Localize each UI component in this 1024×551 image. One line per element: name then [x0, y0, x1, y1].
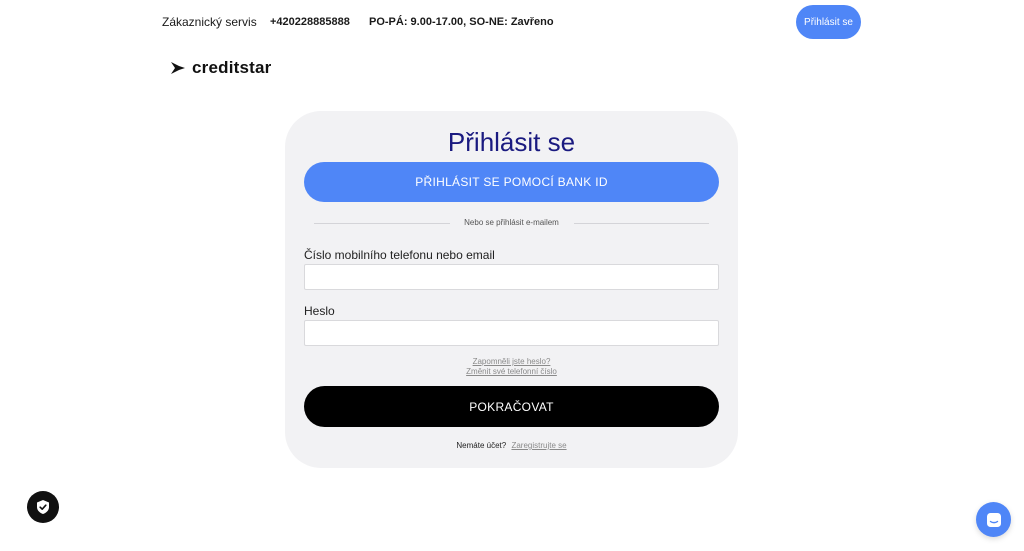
creditstar-logo[interactable]: creditstar: [170, 58, 271, 78]
no-account-text: Nemáte účet?: [456, 441, 507, 450]
password-label: Heslo: [304, 304, 335, 318]
shield-check-icon: [37, 500, 49, 514]
forgot-password-link[interactable]: Zapomněli jste heslo?: [285, 357, 738, 366]
divider-text: Nebo se přihlásit e-mailem: [285, 218, 738, 227]
register-row: Nemáte účet? Zaregistrujte se: [285, 441, 738, 450]
identifier-input[interactable]: [304, 264, 719, 290]
page-title: Přihlásit se: [447, 127, 576, 157]
header-login-button[interactable]: Přihlásit se: [796, 5, 861, 39]
bankid-login-button[interactable]: PŘIHLÁSIT SE POMOCÍ BANK ID: [304, 162, 719, 202]
privacy-button[interactable]: [27, 491, 59, 523]
register-link[interactable]: Zaregistrujte se: [511, 441, 566, 450]
opening-hours: PO-PÁ: 9.00-17.00, SO-NE: Zavřeno: [369, 16, 554, 28]
customer-service-link[interactable]: Zákaznický servis: [162, 15, 257, 29]
top-bar: Zákaznický servis +420228885888 PO-PÁ: 9…: [0, 0, 1024, 44]
identifier-label: Číslo mobilního telefonu nebo email: [304, 248, 495, 262]
chat-icon: [986, 512, 1001, 527]
continue-button[interactable]: POKRAČOVAT: [304, 386, 719, 427]
chat-button[interactable]: [976, 502, 1011, 537]
divider-label: Nebo se přihlásit e-mailem: [456, 218, 567, 227]
creditstar-logo-icon: [171, 62, 185, 74]
phone-number[interactable]: +420228885888: [270, 16, 350, 28]
password-input[interactable]: [304, 320, 719, 346]
logo-text: creditstar: [192, 58, 272, 77]
change-phone-link[interactable]: Změnit své telefonní číslo: [285, 367, 738, 376]
